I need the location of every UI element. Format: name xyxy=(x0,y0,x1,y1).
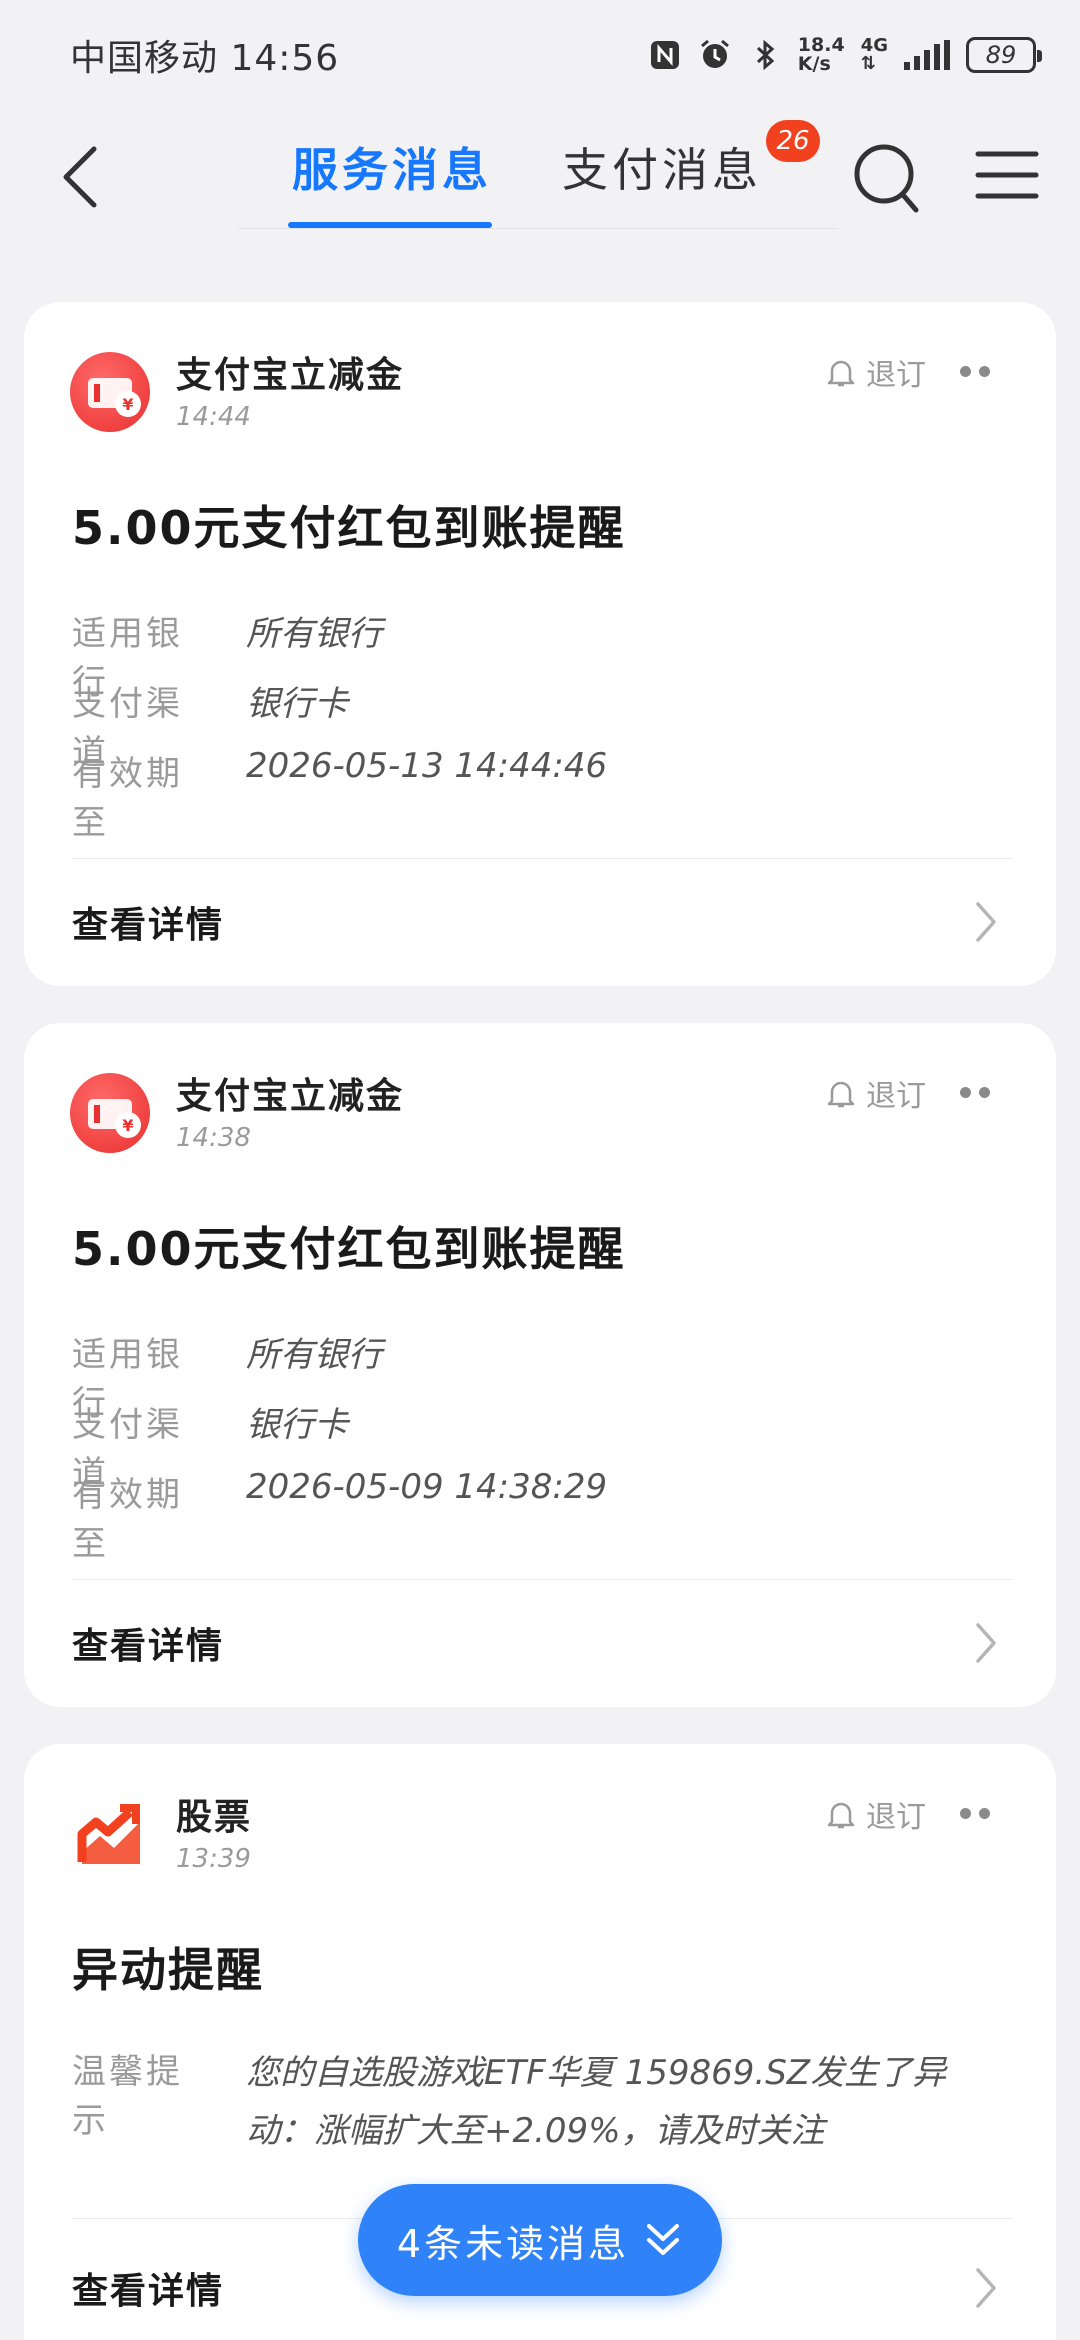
dot-icon xyxy=(960,365,971,377)
bluetooth-icon xyxy=(748,38,782,72)
unsubscribe-button[interactable]: 退订 xyxy=(826,1792,926,1836)
search-button[interactable] xyxy=(852,140,922,216)
divider xyxy=(72,1579,1012,1580)
message-time: 14:38 xyxy=(176,1123,251,1153)
divider xyxy=(72,858,1012,859)
battery-level: 89 xyxy=(985,41,1017,69)
message-card[interactable]: ¥ 支付宝立减金 14:44 退订 5.00元支付红包到账提醒 适用银行 所有银… xyxy=(24,302,1056,986)
red-packet-icon: ¥ xyxy=(70,1073,150,1153)
unsubscribe-label: 退订 xyxy=(866,358,926,393)
dot-icon xyxy=(960,1086,971,1098)
view-details-link[interactable]: 查看详情 xyxy=(72,2262,224,2314)
nfc-icon xyxy=(648,38,682,72)
unread-messages-button[interactable]: 4条未读消息 xyxy=(358,2184,722,2296)
field-row: 有效期至 2026-05-09 14:38:29 xyxy=(72,1467,607,1565)
tab-payment-messages[interactable]: 支付消息 xyxy=(562,134,762,200)
message-time: 14:44 xyxy=(176,402,251,432)
more-options-button[interactable] xyxy=(960,1806,990,1820)
unsubscribe-button[interactable]: 退订 xyxy=(826,350,926,394)
network-speed: 18.4 K/s xyxy=(797,34,845,75)
chevron-left-icon xyxy=(63,146,97,208)
message-title: 5.00元支付红包到账提醒 xyxy=(72,501,626,555)
dot-icon xyxy=(960,1807,971,1819)
message-card[interactable]: ¥ 支付宝立减金 14:38 退订 5.00元支付红包到账提醒 适用银行 所有银… xyxy=(24,1023,1056,1707)
bell-icon xyxy=(827,1081,855,1108)
chevron-right-icon[interactable] xyxy=(972,1621,1000,1665)
carrier-time: 中国移动 14:56 xyxy=(70,38,340,79)
chevron-right-icon[interactable] xyxy=(972,900,1000,944)
bell-icon xyxy=(827,360,855,387)
tab-service-messages[interactable]: 服务消息 xyxy=(292,134,492,200)
unread-messages-label: 4条未读消息 xyxy=(396,2221,630,2266)
dot-icon xyxy=(979,1807,990,1819)
sender-name: 支付宝立减金 xyxy=(176,355,405,396)
field-key: 温馨提示 xyxy=(72,2052,183,2141)
menu-button[interactable] xyxy=(974,148,1040,202)
field-key: 有效期至 xyxy=(72,1475,183,1564)
tab-divider xyxy=(238,228,838,229)
stock-trend-icon xyxy=(70,1794,150,1874)
field-value: 2026-05-13 14:44:46 xyxy=(246,746,608,786)
double-chevron-down-icon xyxy=(647,2224,680,2255)
search-icon xyxy=(854,144,919,213)
more-options-button[interactable] xyxy=(960,364,990,378)
signal-icon xyxy=(904,40,950,70)
network-type: 4G ⇅ xyxy=(860,35,888,74)
svg-text:¥: ¥ xyxy=(122,1116,133,1135)
field-value: 您的自选股游戏ETF华夏 159869.SZ发生了异动：涨幅扩大至+2.09%，… xyxy=(246,2053,947,2151)
dot-icon xyxy=(979,365,990,377)
bell-icon xyxy=(827,1802,855,1829)
status-bar: 中国移动 14:56 18.4 K/s 4G ⇅ 89 xyxy=(0,0,1080,110)
field-row: 温馨提示 您的自选股游戏ETF华夏 159869.SZ发生了异动：涨幅扩大至+2… xyxy=(72,2044,1012,2160)
field-value: 2026-05-09 14:38:29 xyxy=(246,1467,608,1507)
message-title: 异动提醒 xyxy=(72,1943,264,1997)
unsubscribe-label: 退订 xyxy=(866,1800,926,1835)
chevron-right-icon[interactable] xyxy=(972,2266,1000,2310)
field-key: 有效期至 xyxy=(72,754,183,843)
more-options-button[interactable] xyxy=(960,1085,990,1099)
alarm-icon xyxy=(698,38,732,72)
view-details-link[interactable]: 查看详情 xyxy=(72,1617,224,1669)
battery-icon: 89 xyxy=(966,37,1042,73)
sender-name: 支付宝立减金 xyxy=(176,1076,405,1117)
svg-text:¥: ¥ xyxy=(122,395,133,414)
field-row: 有效期至 2026-05-13 14:44:46 xyxy=(72,746,607,844)
dot-icon xyxy=(979,1086,990,1098)
unsubscribe-label: 退订 xyxy=(866,1079,926,1114)
message-time: 13:39 xyxy=(176,1844,251,1874)
message-title: 5.00元支付红包到账提醒 xyxy=(72,1222,626,1276)
active-tab-indicator xyxy=(288,222,492,228)
view-details-link[interactable]: 查看详情 xyxy=(72,896,224,948)
header: 服务消息 支付消息 26 xyxy=(0,110,1080,240)
unread-badge: 26 xyxy=(766,120,820,162)
unsubscribe-button[interactable]: 退订 xyxy=(826,1071,926,1115)
hamburger-menu-icon xyxy=(975,151,1039,199)
status-icons: 18.4 K/s 4G ⇅ 89 xyxy=(648,34,1042,75)
red-packet-icon: ¥ xyxy=(70,352,150,432)
back-button[interactable] xyxy=(50,142,110,212)
sender-name: 股票 xyxy=(176,1797,253,1838)
